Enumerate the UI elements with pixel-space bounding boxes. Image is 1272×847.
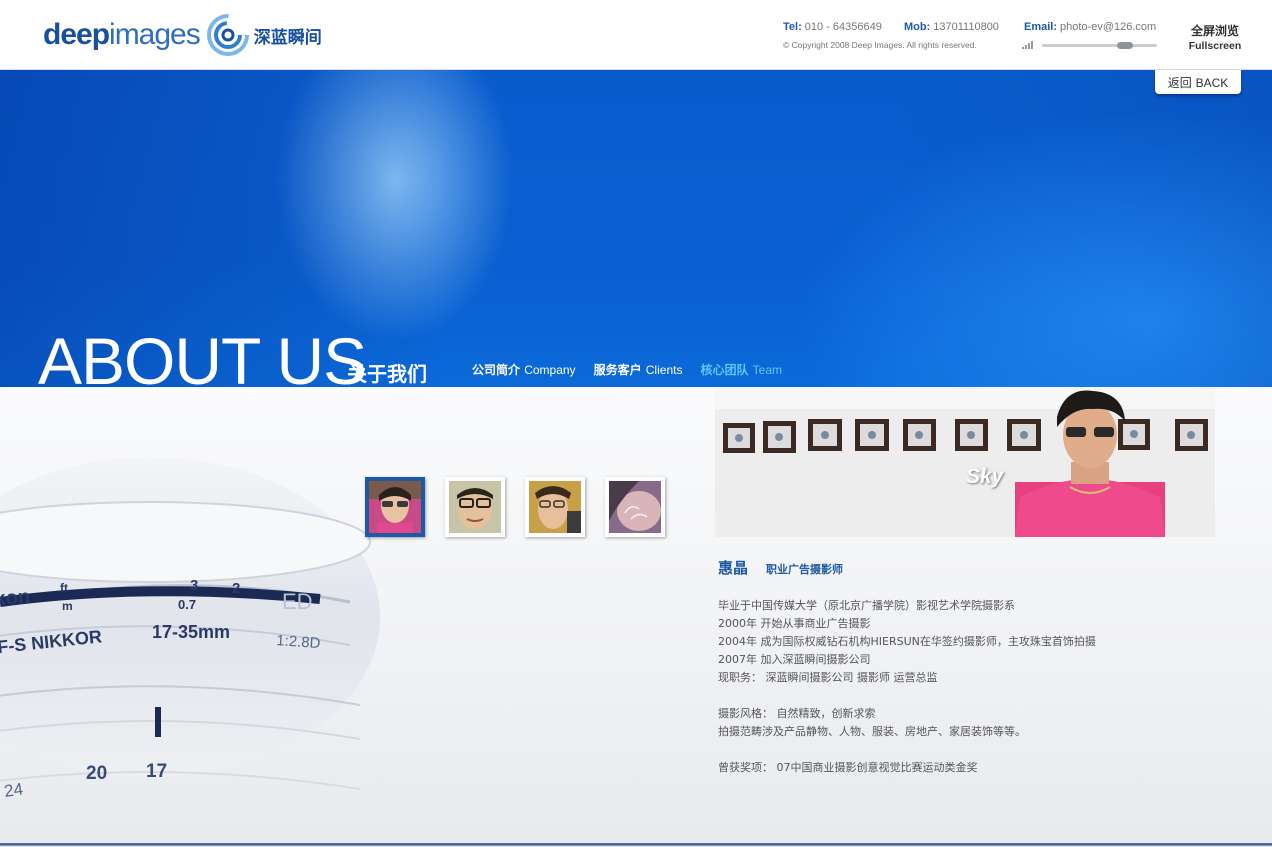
svg-text:ft: ft bbox=[60, 581, 68, 595]
back-button[interactable]: 返回 BACK bbox=[1155, 70, 1241, 94]
hero-banner: ABOUT US 关于我们 公司简介 Company 服务客户 Clients … bbox=[0, 70, 1272, 387]
contact-email[interactable]: Email: photo-ev@126.com bbox=[1024, 21, 1156, 33]
portrait-caption: Sky bbox=[966, 465, 1004, 488]
member-role: 职业广告摄影师 bbox=[766, 563, 843, 576]
logo[interactable]: deepimages 深蓝瞬间 bbox=[43, 12, 322, 58]
logo-wordmark: deepimages bbox=[43, 18, 201, 51]
contact-mobile: Mob: 13701110800 bbox=[904, 21, 999, 33]
team-thumbnail[interactable] bbox=[525, 477, 585, 537]
member-bio: 毕业于中国传媒大学（原北京广播学院）影视艺术学院摄影系 2000年 开始从事商业… bbox=[718, 597, 1096, 777]
featured-portrait-image bbox=[715, 387, 1215, 537]
page-title-chinese: 关于我们 bbox=[347, 362, 427, 386]
nav-clients[interactable]: 服务客户 Clients bbox=[594, 361, 683, 378]
bio-line: 2007年 加入深蓝瞬间摄影公司 bbox=[718, 653, 871, 666]
page-title: ABOUT US bbox=[38, 324, 367, 387]
nav-company[interactable]: 公司简介 Company bbox=[472, 361, 576, 378]
svg-text:kon: kon bbox=[0, 586, 31, 610]
bio-line: 毕业于中国传媒大学（原北京广播学院）影视艺术学院摄影系 bbox=[718, 599, 1015, 612]
bio-spacer bbox=[718, 687, 1096, 705]
volume-slider-handle[interactable] bbox=[1117, 42, 1133, 49]
team-content: kon ft m 3 2 0.7 ED F-S NIKKOR 17-35mm 1… bbox=[0, 387, 1272, 843]
svg-text:20: 20 bbox=[86, 763, 107, 784]
bio-line: 2000年 开始从事商业广告摄影 bbox=[718, 617, 871, 630]
contact-tel: Tel: 010 - 64356649 bbox=[783, 21, 882, 33]
svg-text:17: 17 bbox=[146, 761, 167, 782]
camera-lens-image: kon ft m 3 2 0.7 ED F-S NIKKOR 17-35mm 1… bbox=[0, 457, 380, 801]
bio-spacer bbox=[718, 741, 1096, 759]
fullscreen-button[interactable]: 全屏浏览 Fullscreen bbox=[1182, 22, 1248, 52]
svg-text:1:2.8D: 1:2.8D bbox=[276, 632, 321, 652]
logo-chinese-name: 深蓝瞬间 bbox=[253, 27, 322, 48]
svg-text:17-35mm: 17-35mm bbox=[152, 622, 230, 642]
portrait-thumbnail-icon bbox=[609, 481, 661, 533]
svg-text:2: 2 bbox=[232, 580, 240, 597]
team-thumbnail[interactable] bbox=[445, 477, 505, 537]
swirl-logo-icon bbox=[206, 14, 249, 56]
svg-text:ED: ED bbox=[282, 589, 313, 614]
bio-line: 摄影风格： 自然精致，创新求索 bbox=[718, 707, 876, 720]
svg-text:3: 3 bbox=[190, 577, 198, 594]
footer-divider bbox=[0, 843, 1272, 847]
nav-team[interactable]: 核心团队 Team bbox=[700, 361, 782, 378]
svg-text:24: 24 bbox=[3, 780, 24, 801]
bio-line: 拍摄范畴涉及产品静物、人物、服装、房地产、家居装饰等等。 bbox=[718, 725, 1026, 738]
bio-line: 2004年 成为国际权威钻石机构HIERSUN在华签约摄影师，主攻珠宝首饰拍摄 bbox=[718, 635, 1096, 648]
volume-slider[interactable] bbox=[1042, 42, 1157, 49]
team-thumbnail[interactable] bbox=[605, 477, 665, 537]
bio-line: 现职务： 深蓝瞬间摄影公司 摄影师 运营总监 bbox=[718, 671, 938, 684]
section-nav: 公司简介 Company 服务客户 Clients 核心团队 Team bbox=[472, 361, 782, 378]
team-thumbnails bbox=[365, 477, 665, 537]
site-header: deepimages 深蓝瞬间 Tel: 010 - 64356649 Mob: 1… bbox=[0, 0, 1272, 70]
member-name: 惠晶 bbox=[718, 559, 749, 577]
portrait-thumbnail-icon bbox=[369, 481, 421, 533]
portrait-thumbnail-icon bbox=[529, 481, 581, 533]
volume-icon bbox=[1022, 41, 1036, 49]
portrait-thumbnail-icon bbox=[449, 481, 501, 533]
svg-text:0.7: 0.7 bbox=[178, 597, 196, 612]
bio-line: 曾获奖项： 07中国商业摄影创意视觉比赛运动类金奖 bbox=[718, 761, 978, 774]
featured-portrait bbox=[715, 387, 1215, 537]
team-thumbnail[interactable] bbox=[365, 477, 425, 537]
copyright-text: © Copyright 2008 Deep Images. All rights… bbox=[783, 40, 977, 50]
svg-text:m: m bbox=[62, 599, 73, 613]
